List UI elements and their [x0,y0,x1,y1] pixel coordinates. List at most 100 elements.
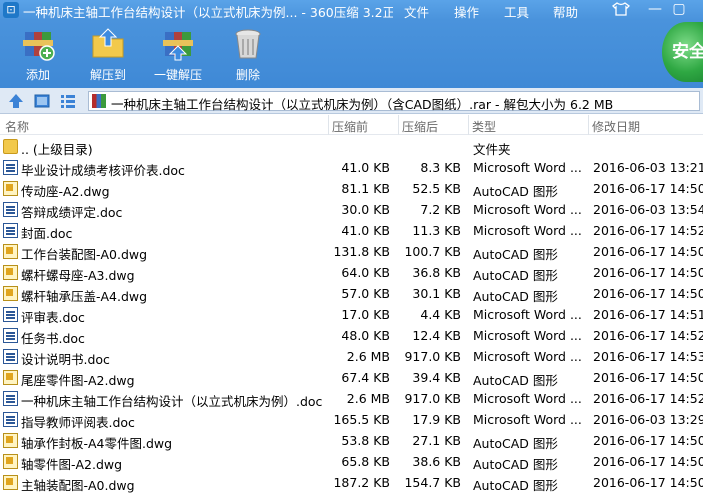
word-doc-icon [3,328,18,343]
file-packed-size: 100.7 KB [404,244,461,259]
extract-to-button[interactable]: 解压到 [84,26,132,84]
maximize-button[interactable]: ▢ [668,0,690,20]
word-doc-icon [3,412,18,427]
file-name: 轴零件图-A2.dwg [21,457,123,472]
path-field[interactable]: 一种机床主轴工作台结构设计（以立式机床为例）（含CAD图纸）.rar - 解包大… [88,91,700,112]
file-date: 2016-06-17 14:50 [593,286,703,301]
file-date: 2016-06-17 14:52 [593,391,703,406]
file-size: 2.6 MB [346,391,390,406]
file-name: 指导教师评阅表.doc [21,415,135,430]
column-separator[interactable] [398,115,399,135]
file-type: AutoCAD 图形 [473,457,558,472]
file-packed-size: 39.4 KB [412,370,461,385]
file-size: 131.8 KB [333,244,390,259]
file-date: 2016-06-17 14:50 [593,370,703,385]
thumbnail-view-icon[interactable] [33,92,51,110]
file-date: 2016-06-17 14:53 [593,349,703,364]
file-size: 17.0 KB [341,307,390,322]
word-doc-icon [3,349,18,364]
file-type: Microsoft Word ... [473,391,582,406]
file-row[interactable]: 主轴装配图-A0.dwg 187.2 KB 154.7 KB AutoCAD 图形 20… [0,472,703,493]
file-name: 答辩成绩评定.doc [21,205,123,220]
file-type: Microsoft Word ... [473,412,582,427]
file-row[interactable]: 螺杆轴承压盖-A4.dwg 57.0 KB 30.1 KB AutoCAD 图形 201… [0,283,703,304]
word-doc-icon [3,202,18,217]
file-size: 64.0 KB [341,265,390,280]
column-separator[interactable] [468,115,469,135]
add-button[interactable]: 添加 [16,26,60,84]
up-arrow-icon[interactable] [7,92,25,110]
file-packed-size: 11.3 KB [412,223,461,238]
file-row[interactable]: 一种机床主轴工作台结构设计（以立式机床为例）.doc 2.6 MB 917.0 KB… [0,388,703,409]
file-type: Microsoft Word ... [473,349,582,364]
menu-tools[interactable]: 工具 [504,2,529,21]
security-badge[interactable]: 安全 [662,22,703,82]
list-view-icon[interactable] [59,92,77,110]
one-click-extract-icon [160,26,196,62]
file-list: .. (上级目录) 文件夹 毕业设计成绩考核评价表.doc 41.0 KB 8.3 KB… [0,136,703,493]
parent-dir-row[interactable]: .. (上级目录) 文件夹 [0,136,703,157]
dwg-file-icon [3,244,18,259]
file-packed-size: 38.6 KB [412,454,461,469]
menu-help[interactable]: 帮助 [553,2,578,21]
file-row[interactable]: 封面.doc 41.0 KB 11.3 KB Microsoft Word ... 20… [0,220,703,241]
file-date: 2016-06-17 14:51 [593,307,703,322]
file-row[interactable]: 毕业设计成绩考核评价表.doc 41.0 KB 8.3 KB Microsoft Wo… [0,157,703,178]
file-name: 螺杆螺母座-A3.dwg [21,268,135,283]
file-date: 2016-06-17 14:50 [593,475,703,490]
column-date[interactable]: 修改日期 [592,118,640,135]
file-type: Microsoft Word ... [473,202,582,217]
file-row[interactable]: 任务书.doc 48.0 KB 12.4 KB Microsoft Word ... 2… [0,325,703,346]
file-type: AutoCAD 图形 [473,247,558,262]
file-row[interactable]: 轴零件图-A2.dwg 65.8 KB 38.6 KB AutoCAD 图形 2016-… [0,451,703,472]
file-packed-size: 30.1 KB [412,286,461,301]
file-row[interactable]: 评审表.doc 17.0 KB 4.4 KB Microsoft Word ... 20… [0,304,703,325]
file-name: 设计说明书.doc [21,352,110,367]
file-type: Microsoft Word ... [473,307,582,322]
skin-icon[interactable] [612,2,630,16]
file-row[interactable]: 答辩成绩评定.doc 30.0 KB 7.2 KB Microsoft Word ..… [0,199,703,220]
file-name: .. (上级目录) [21,142,93,157]
add-archive-icon [20,26,56,62]
column-type[interactable]: 类型 [472,118,496,135]
file-type: Microsoft Word ... [473,160,582,175]
file-row[interactable]: 螺杆螺母座-A3.dwg 64.0 KB 36.8 KB AutoCAD 图形 2016… [0,262,703,283]
folder-icon [3,139,18,154]
file-type: AutoCAD 图形 [473,478,558,493]
file-row[interactable]: 设计说明书.doc 2.6 MB 917.0 KB Microsoft Word ..… [0,346,703,367]
file-row[interactable]: 轴承作封板-A4零件图.dwg 53.8 KB 27.1 KB AutoCAD 图形 2… [0,430,703,451]
dwg-file-icon [3,433,18,448]
file-row[interactable]: 尾座零件图-A2.dwg 67.4 KB 39.4 KB AutoCAD 图形 2016… [0,367,703,388]
file-size: 57.0 KB [341,286,390,301]
column-separator[interactable] [588,115,589,135]
file-name: 任务书.doc [21,331,85,346]
file-name: 螺杆轴承压盖-A4.dwg [21,289,148,304]
dwg-file-icon [3,475,18,490]
column-size[interactable]: 压缩前 [332,118,368,135]
file-date: 2016-06-17 14:50 [593,433,703,448]
file-type: AutoCAD 图形 [473,373,558,388]
one-click-extract-button[interactable]: 一键解压 [150,26,206,84]
file-date: 2016-06-17 14:52 [593,328,703,343]
delete-button[interactable]: 删除 [226,26,270,84]
file-type: AutoCAD 图形 [473,268,558,283]
menu-operate[interactable]: 操作 [454,2,479,21]
file-row[interactable]: 指导教师评阅表.doc 165.5 KB 17.9 KB Microsoft Word… [0,409,703,430]
column-packed[interactable]: 压缩后 [402,118,438,135]
file-row[interactable]: 传动座-A2.dwg 81.1 KB 52.5 KB AutoCAD 图形 2016-0… [0,178,703,199]
dwg-file-icon [3,454,18,469]
one-click-extract-label: 一键解压 [153,68,202,82]
file-packed-size: 36.8 KB [412,265,461,280]
dwg-file-icon [3,265,18,280]
menu-file[interactable]: 文件 [404,2,429,21]
address-bar: 一种机床主轴工作台结构设计（以立式机床为例）（含CAD图纸）.rar - 解包大… [0,88,703,114]
column-name[interactable]: 名称 [5,118,29,135]
dwg-file-icon [3,370,18,385]
file-size: 48.0 KB [341,328,390,343]
file-date: 2016-06-03 13:54 [593,202,703,217]
file-date: 2016-06-17 14:50 [593,244,703,259]
minimize-button[interactable]: — [644,0,666,20]
file-row[interactable]: 工作台装配图-A0.dwg 131.8 KB 100.7 KB AutoCAD 图形 2… [0,241,703,262]
column-separator[interactable] [328,115,329,135]
app-icon: ⊡ [3,2,19,18]
